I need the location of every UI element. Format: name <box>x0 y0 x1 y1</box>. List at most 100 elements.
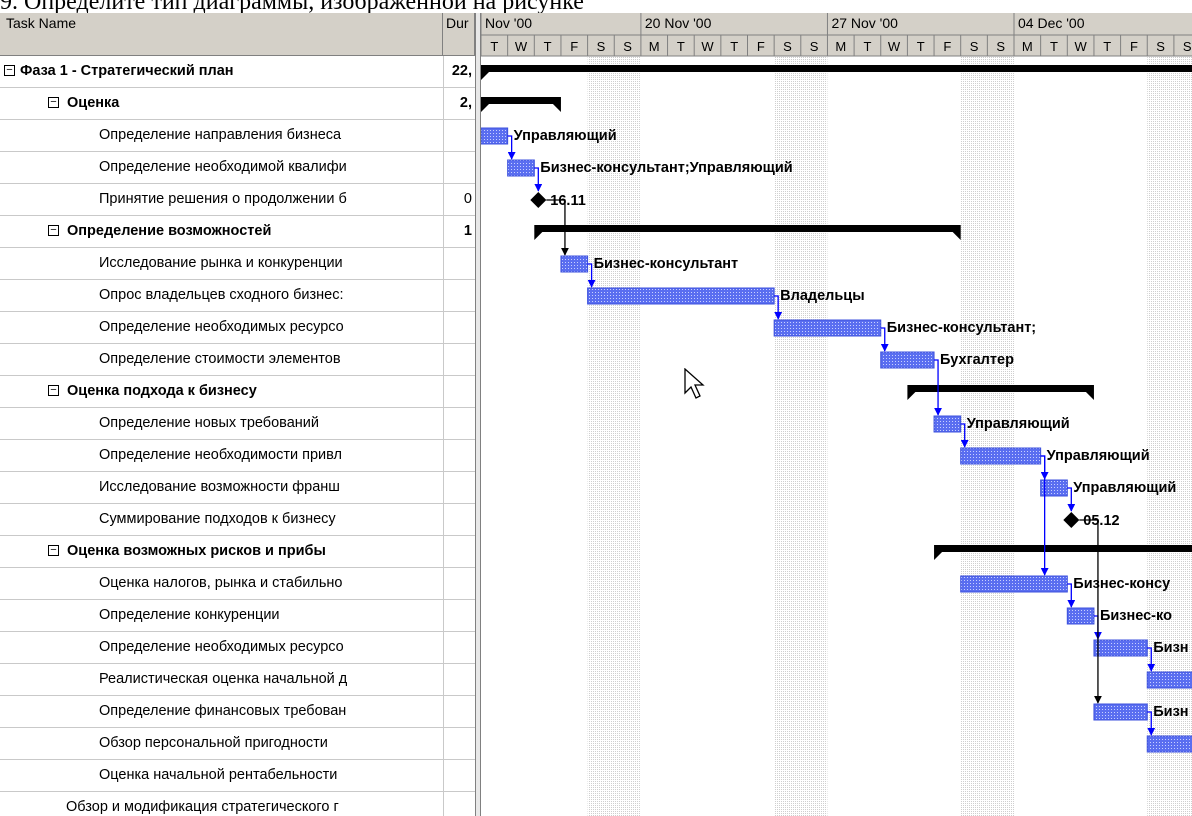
day-label: W <box>1074 39 1087 54</box>
task-bar <box>1093 639 1148 657</box>
task-bar <box>587 287 775 305</box>
task-bar <box>507 159 535 177</box>
duration-cell <box>443 632 475 663</box>
summary-bar <box>934 545 1192 552</box>
day-label: F <box>570 39 578 54</box>
task-row[interactable]: Обзор персональной пригодности <box>0 728 475 760</box>
summary-bar-start-cap <box>481 104 489 112</box>
task-name-cell: Обзор персональной пригодности <box>99 735 328 751</box>
day-label: T <box>863 39 871 54</box>
week-label: Nov '00 <box>485 15 532 31</box>
resource-label: Управляющий <box>1047 448 1150 464</box>
summary-task-row[interactable]: − Оценка возможных рисков и прибы <box>0 536 475 568</box>
task-row[interactable]: Определение новых требований <box>0 408 475 440</box>
day-label: T <box>677 39 685 54</box>
duration-cell <box>443 792 475 816</box>
summary-bar-start-cap <box>907 392 916 400</box>
task-name-cell: Реалистическая оценка начальной д <box>99 671 348 687</box>
task-row[interactable]: Оценка налогов, рынка и стабильно <box>0 568 475 600</box>
resource-label: Бизнес-ко <box>1100 608 1172 624</box>
collapse-toggle-icon[interactable]: − <box>48 385 59 396</box>
task-row[interactable]: Определение направления бизнеса <box>0 120 475 152</box>
day-label: W <box>701 39 714 54</box>
task-row[interactable]: Принятие решения о продолжении б 0 <box>0 184 475 216</box>
task-row[interactable]: Определение необходимой квалифи <box>0 152 475 184</box>
day-label: F <box>1130 39 1138 54</box>
resource-label: Бизнес-консультант;Управляющий <box>540 160 792 176</box>
duration-cell: 0 <box>443 184 475 215</box>
task-row[interactable]: Определение необходимых ресурсо <box>0 312 475 344</box>
task-table: Task Name Dur − Фаза 1 - Стратегический п… <box>0 13 475 816</box>
day-label: T <box>917 39 925 54</box>
task-name-cell: Определение необходимых ресурсо <box>99 639 344 655</box>
resource-label: Бизнес-консультант; <box>887 320 1036 336</box>
task-row[interactable]: Исследование возможности франш <box>0 472 475 504</box>
duration-cell <box>443 376 475 407</box>
dependency-link <box>534 167 543 192</box>
summary-task-row[interactable]: − Фаза 1 - Стратегический план 22, <box>0 56 475 88</box>
task-row[interactable]: Определение конкуренции <box>0 600 475 632</box>
task-name-cell: Фаза 1 - Стратегический план <box>20 63 234 79</box>
day-label: T <box>1103 39 1111 54</box>
duration-cell <box>443 120 475 151</box>
task-row[interactable]: Реалистическая оценка начальной д <box>0 664 475 696</box>
weekend-shade <box>987 56 1014 816</box>
summary-task-row[interactable]: − Оценка 2, <box>0 88 475 120</box>
duration-cell <box>443 504 475 535</box>
task-name-cell: Суммирование подходов к бизнесу <box>99 511 336 527</box>
summary-bar-start-cap <box>534 232 543 240</box>
day-label: F <box>943 39 951 54</box>
task-row[interactable]: Определение финансовых требован <box>0 696 475 728</box>
resource-label: Управляющий <box>967 416 1070 432</box>
task-row[interactable]: Оценка начальной рентабельности <box>0 760 475 792</box>
collapse-toggle-icon[interactable]: − <box>48 97 59 108</box>
task-row[interactable]: Определение необходимых ресурсо <box>0 632 475 664</box>
summary-bar-start-cap <box>481 72 489 80</box>
task-row[interactable]: Определение стоимости элементов <box>0 344 475 376</box>
day-label: S <box>783 39 792 54</box>
task-name-cell: Определение возможностей <box>67 223 272 239</box>
task-name-cell: Определение необходимых ресурсо <box>99 319 344 335</box>
day-label: W <box>515 39 528 54</box>
duration-cell <box>443 536 475 567</box>
task-row[interactable]: Опрос владельцев сходного бизнес: <box>0 280 475 312</box>
collapse-toggle-icon[interactable]: − <box>48 545 59 556</box>
day-label: M <box>835 39 846 54</box>
milestone-label: 16.11 <box>550 193 586 209</box>
column-header-task-name[interactable]: Task Name <box>0 13 443 56</box>
milestone-diamond <box>1063 512 1080 528</box>
task-row[interactable]: Определение необходимости привл <box>0 440 475 472</box>
day-label: T <box>490 39 498 54</box>
task-bar <box>1066 607 1095 625</box>
summary-task-row[interactable]: − Оценка подхода к бизнесу <box>0 376 475 408</box>
day-label: M <box>649 39 660 54</box>
milestone-diamond <box>530 192 547 208</box>
summary-task-row[interactable]: − Определение возможностей 1 <box>0 216 475 248</box>
summary-bar-end-cap <box>552 104 561 112</box>
collapse-toggle-icon[interactable]: − <box>48 225 59 236</box>
column-header-duration[interactable]: Dur <box>443 13 475 56</box>
duration-cell <box>443 696 475 727</box>
resource-label: Бизн <box>1153 704 1188 720</box>
dependency-link <box>1040 455 1049 576</box>
day-label: W <box>888 39 901 54</box>
task-row[interactable]: Суммирование подходов к бизнесу <box>0 504 475 536</box>
task-name-cell: Определение стоимости элементов <box>99 351 341 367</box>
task-name-cell: Опрос владельцев сходного бизнес: <box>99 287 344 303</box>
task-bar <box>1093 703 1148 721</box>
duration-cell <box>443 312 475 343</box>
dependency-link <box>1067 487 1076 512</box>
collapse-toggle-icon[interactable]: − <box>4 65 15 76</box>
resource-label: Управляющий <box>514 128 617 144</box>
duration-cell <box>443 440 475 471</box>
task-row[interactable]: Обзор и модификация стратегического г <box>0 792 475 816</box>
task-name-cell: Оценка подхода к бизнесу <box>67 383 257 399</box>
task-row[interactable]: Исследование рынка и конкуренции <box>0 248 475 280</box>
task-name-cell: Определение конкуренции <box>99 607 280 623</box>
task-name-cell: Оценка <box>67 95 120 111</box>
duration-cell <box>443 344 475 375</box>
resource-label: Бизн <box>1153 640 1188 656</box>
duration-cell <box>443 280 475 311</box>
task-bar <box>880 351 935 369</box>
day-label: S <box>1183 39 1192 54</box>
